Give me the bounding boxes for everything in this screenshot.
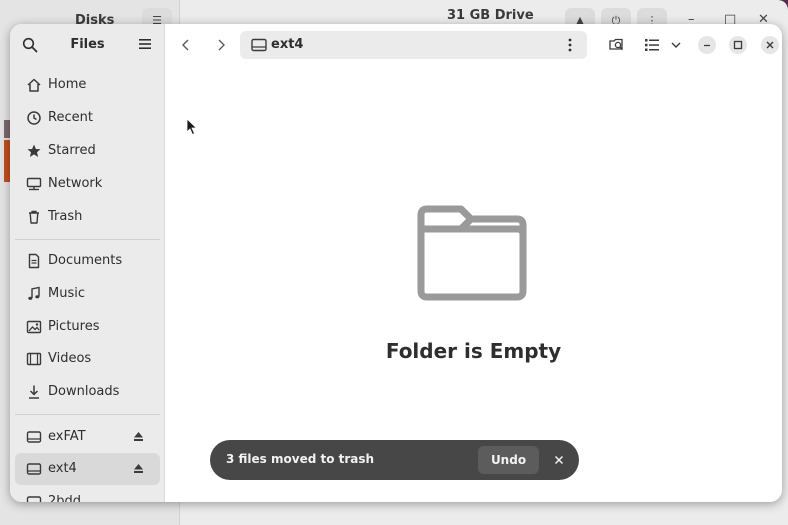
empty-folder-icon (417, 205, 527, 301)
sidebar-item-music[interactable]: Music (15, 278, 160, 310)
undo-button[interactable]: Undo (478, 446, 539, 474)
music-icon (28, 286, 40, 300)
drive-icon (26, 431, 42, 443)
trash-icon (29, 210, 39, 224)
sidebar-item-label: Home (48, 77, 87, 92)
star-icon (27, 144, 41, 157)
sidebar-item-pictures[interactable]: Pictures (15, 311, 160, 343)
sidebar-item-label: Documents (48, 253, 123, 268)
toast-message: 3 files moved to trash (226, 452, 375, 466)
sidebar-item-label: ext4 (48, 461, 77, 476)
sidebar-item-exfat[interactable]: exFAT (15, 421, 160, 453)
drive-icon (251, 38, 267, 52)
sidebar-item-label: Music (48, 286, 85, 301)
drive-title: 31 GB Drive (447, 8, 534, 23)
document-icon (28, 253, 40, 269)
sidebar-item-label: Videos (48, 351, 92, 366)
sidebar-item-videos[interactable]: Videos (15, 343, 160, 375)
sidebar-item-network[interactable]: Network (15, 168, 160, 200)
video-icon (26, 352, 42, 366)
picture-icon (26, 320, 42, 334)
home-icon (27, 78, 41, 92)
maximize-icon (733, 40, 743, 50)
chevron-down-icon[interactable] (667, 36, 685, 54)
network-icon (26, 177, 42, 191)
sidebar-item-label: Pictures (48, 319, 100, 334)
mouse-cursor-icon (186, 118, 198, 136)
drive-icon (26, 463, 42, 475)
sidebar-item-label: 2bdd (48, 494, 82, 502)
maximize-button[interactable] (729, 36, 747, 54)
sidebar: Files Home Recent Starred Network Trash … (10, 24, 165, 502)
close-button[interactable] (761, 36, 779, 54)
more-options-icon[interactable] (568, 38, 572, 52)
sidebar-item-label: Network (48, 176, 103, 191)
eject-icon[interactable] (133, 431, 144, 442)
download-icon (29, 385, 39, 399)
sidebar-separator (15, 239, 160, 240)
sidebar-item-recent[interactable]: Recent (15, 102, 160, 134)
empty-state-title: Folder is Empty (385, 339, 562, 363)
sidebar-item-label: Recent (48, 110, 93, 125)
search-folder-icon[interactable] (608, 36, 626, 54)
sidebar-item-label: Trash (48, 209, 83, 224)
close-icon (766, 41, 774, 49)
files-window: Files Home Recent Starred Network Trash … (10, 24, 782, 502)
sidebar-item-ext4[interactable]: ext4 (15, 453, 160, 485)
sidebar-item-2bdd[interactable]: 2bdd (15, 486, 160, 502)
header-bar: ext4 (165, 24, 782, 66)
back-icon[interactable] (176, 35, 196, 55)
sidebar-item-label: Downloads (48, 384, 120, 399)
clock-icon (27, 111, 41, 125)
path-current-folder[interactable]: ext4 (271, 37, 303, 52)
sidebar-item-downloads[interactable]: Downloads (15, 376, 160, 408)
minimize-button[interactable] (698, 36, 716, 54)
list-view-icon[interactable] (643, 36, 661, 54)
sidebar-item-trash[interactable]: Trash (15, 201, 160, 233)
sidebar-separator (15, 414, 160, 415)
drive-icon (26, 496, 42, 502)
sidebar-item-label: exFAT (48, 429, 86, 444)
forward-icon[interactable] (211, 35, 231, 55)
menu-icon[interactable] (139, 38, 151, 50)
path-bar[interactable]: ext4 (240, 31, 587, 59)
sidebar-header: Files (10, 24, 165, 66)
sidebar-item-label: Starred (48, 143, 96, 158)
sidebar-item-home[interactable]: Home (15, 69, 160, 101)
minimize-icon (704, 44, 710, 47)
eject-icon[interactable] (133, 463, 144, 474)
close-icon[interactable] (552, 453, 566, 467)
sidebar-item-documents[interactable]: Documents (15, 245, 160, 277)
sidebar-item-starred[interactable]: Starred (15, 135, 160, 167)
toast-notification: 3 files moved to trash Undo (210, 440, 579, 480)
